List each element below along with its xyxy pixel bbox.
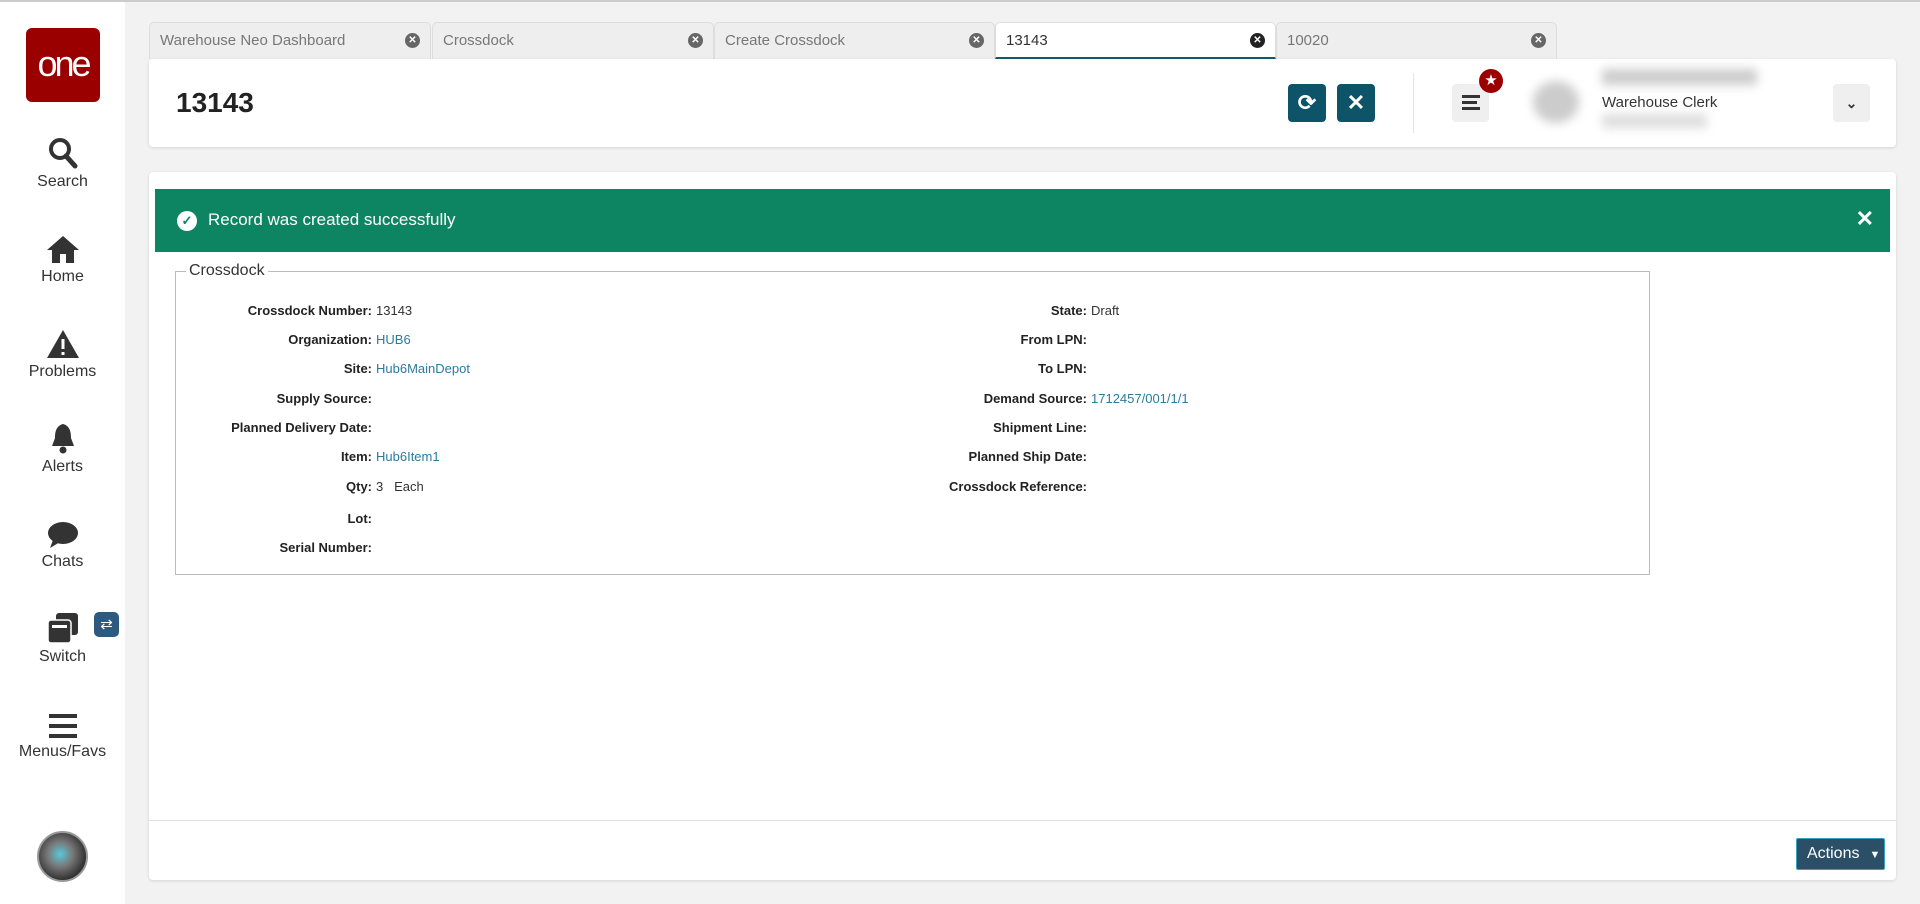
- nav-problems[interactable]: Problems: [0, 325, 125, 381]
- dismiss-banner-icon[interactable]: ✕: [1856, 206, 1874, 232]
- field-row: Crossdock Reference:: [887, 479, 1091, 494]
- close-tab-icon[interactable]: ✕: [1250, 33, 1265, 48]
- nav-switch-label: Switch: [38, 648, 87, 665]
- field-row: State: Draft: [887, 303, 1119, 318]
- home-icon: [0, 230, 125, 264]
- divider: [1413, 73, 1414, 133]
- tab-label: 10020: [1287, 32, 1329, 49]
- tab-label: Crossdock: [443, 32, 514, 49]
- field-label: Planned Ship Date:: [968, 449, 1087, 464]
- field-row: Qty: 3 Each: [172, 479, 424, 494]
- field-row: Planned Ship Date:: [887, 449, 1091, 464]
- nav-search[interactable]: Search: [0, 135, 125, 191]
- one-logo[interactable]: one: [26, 28, 100, 102]
- field-row: To LPN:: [887, 361, 1091, 376]
- field-row: Demand Source: 1712457/001/1/1: [887, 391, 1189, 406]
- field-row: Shipment Line:: [887, 420, 1091, 435]
- field-row: Item: Hub6Item1: [172, 449, 440, 464]
- actions-label: Actions: [1807, 845, 1860, 862]
- tab-13143[interactable]: 13143 ✕: [995, 22, 1276, 59]
- banner-message: Record was created successfully: [208, 210, 456, 229]
- list-icon: [1461, 95, 1480, 110]
- field-row: Crossdock Number: 13143: [172, 303, 412, 318]
- field-value: Draft: [1091, 303, 1120, 318]
- nav-search-label: Search: [37, 173, 88, 190]
- field-label: Demand Source:: [983, 391, 1087, 406]
- field-value[interactable]: 1712457/001/1/1: [1091, 391, 1189, 406]
- field-label: Shipment Line:: [993, 420, 1087, 435]
- nav-chats[interactable]: Chats: [0, 515, 125, 571]
- field-label: Serial Number:: [279, 540, 372, 555]
- user-role: Warehouse Clerk: [1602, 94, 1718, 111]
- nav-home[interactable]: Home: [0, 230, 125, 286]
- search-icon: [0, 135, 125, 169]
- field-label: State:: [1050, 303, 1087, 318]
- field-row: Planned Delivery Date:: [172, 420, 376, 435]
- tab-label: 13143: [1006, 32, 1048, 49]
- close-tab-icon[interactable]: ✕: [405, 33, 420, 48]
- field-value[interactable]: Hub6Item1: [376, 449, 440, 464]
- tab-10020[interactable]: 10020 ✕: [1276, 22, 1557, 59]
- nav-menus-favs-label: Menus/Favs: [18, 743, 107, 760]
- user-menu-chevron-down-icon[interactable]: ⌄: [1833, 84, 1870, 122]
- nav-menus-favs[interactable]: Menus/Favs: [0, 705, 125, 761]
- page-title: 13143: [176, 87, 254, 118]
- close-button[interactable]: ✕: [1337, 84, 1375, 122]
- field-row: Supply Source:: [172, 391, 376, 406]
- hamburger-icon: [0, 705, 125, 739]
- field-label: Site:: [343, 361, 372, 376]
- field-label: Organization:: [288, 332, 372, 347]
- nav-home-label: Home: [41, 268, 84, 285]
- check-circle-icon: ✓: [177, 211, 197, 231]
- close-tab-icon[interactable]: ✕: [1531, 33, 1546, 48]
- field-label: Crossdock Reference:: [949, 479, 1087, 494]
- bell-icon: [0, 420, 125, 454]
- close-tab-icon[interactable]: ✕: [969, 33, 984, 48]
- page-header: 13143 ⟳ ✕ ★ Warehouse Clerk ⌄: [149, 59, 1896, 147]
- field-value[interactable]: HUB6: [376, 332, 411, 347]
- field-value[interactable]: Hub6MainDepot: [376, 361, 470, 376]
- tab-crossdock[interactable]: Crossdock ✕: [432, 22, 714, 59]
- user-org-redacted: [1602, 114, 1707, 128]
- refresh-button[interactable]: ⟳: [1288, 84, 1326, 122]
- nav-alerts-label: Alerts: [42, 458, 83, 475]
- field-row: Lot:: [172, 511, 376, 526]
- field-row: Organization: HUB6: [172, 332, 411, 347]
- tab-label: Create Crossdock: [725, 32, 846, 49]
- field-label: To LPN:: [1038, 361, 1087, 376]
- sidebar: one Search Home Problems Alerts Chats Sw…: [0, 2, 125, 904]
- favorite-star-icon[interactable]: ★: [1479, 69, 1503, 93]
- assistant-avatar[interactable]: [37, 831, 88, 882]
- actions-button[interactable]: Actions ▼: [1796, 838, 1885, 870]
- nav-alerts[interactable]: Alerts: [0, 420, 125, 476]
- caret-down-icon: ▼: [1869, 849, 1881, 861]
- field-value: 3 Each: [376, 479, 424, 494]
- user-avatar: [1533, 81, 1579, 123]
- field-label: Supply Source:: [276, 391, 372, 406]
- field-label: Qty:: [346, 479, 372, 494]
- field-label: Planned Delivery Date:: [231, 420, 372, 435]
- user-name-redacted: [1602, 69, 1757, 85]
- tab-label: Warehouse Neo Dashboard: [160, 32, 346, 49]
- field-row: Serial Number:: [172, 540, 376, 555]
- tab-create-crossdock[interactable]: Create Crossdock ✕: [714, 22, 995, 59]
- close-tab-icon[interactable]: ✕: [688, 33, 703, 48]
- field-row: Site: Hub6MainDepot: [172, 361, 470, 376]
- chat-icon: [0, 515, 125, 549]
- switch-arrows-icon[interactable]: ⇄: [94, 612, 119, 637]
- field-label: Crossdock Number:: [247, 303, 372, 318]
- field-label: Lot:: [347, 511, 372, 526]
- nav-problems-label: Problems: [28, 363, 97, 380]
- field-value: 13143: [376, 303, 413, 318]
- success-banner: ✓ Record was created successfully ✕: [155, 189, 1890, 252]
- section-legend: Crossdock: [189, 262, 265, 279]
- warning-icon: [0, 325, 125, 359]
- footer-divider: [149, 820, 1896, 821]
- field-label: Item:: [340, 449, 372, 464]
- tab-warehouse-neo-dashboard[interactable]: Warehouse Neo Dashboard ✕: [149, 22, 431, 59]
- field-label: From LPN:: [1020, 332, 1087, 347]
- field-row: From LPN:: [887, 332, 1091, 347]
- nav-chats-label: Chats: [41, 553, 84, 570]
